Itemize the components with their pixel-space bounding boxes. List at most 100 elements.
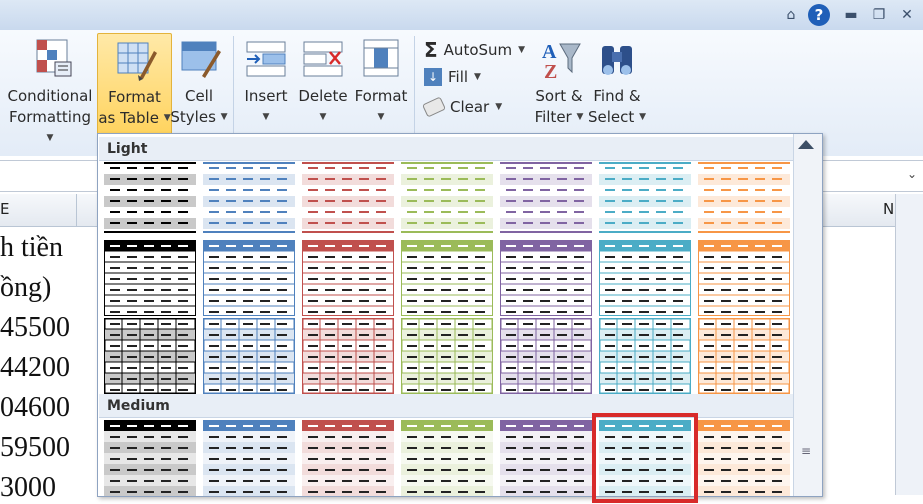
section-medium-header: Medium [99, 394, 793, 418]
conditional-formatting-button[interactable]: Conditional Formatting ▼ [6, 36, 94, 149]
delete-label: Delete [298, 87, 348, 105]
svg-text:Z: Z [544, 61, 557, 80]
format-cells-icon [363, 39, 399, 77]
table-style-light1-6[interactable] [599, 162, 691, 238]
find-select-button[interactable]: Find & Select ▼ [588, 36, 646, 128]
table-style-light2-7[interactable] [698, 240, 790, 316]
gallery-resize-grip-icon[interactable]: ≡ [801, 444, 811, 458]
table-style-light2-3[interactable] [302, 240, 394, 316]
eraser-icon [421, 96, 447, 118]
scroll-up-icon[interactable] [798, 140, 814, 149]
table-style-medium-2[interactable] [203, 420, 295, 496]
delete-button[interactable]: Delete ▼ [297, 36, 349, 128]
ribbon-separator [233, 36, 234, 144]
chevron-down-icon: ▼ [518, 45, 526, 55]
table-style-light2-6[interactable] [599, 240, 691, 316]
table-style-light3-7[interactable] [698, 318, 790, 394]
gallery-scrollbar[interactable]: ≡ [793, 134, 822, 496]
chevron-down-icon: ▼ [220, 112, 228, 122]
table-style-light1-7[interactable] [698, 162, 790, 238]
cell-value[interactable]: 44200 [0, 352, 70, 384]
fill-label: Fill [448, 68, 469, 86]
table-style-light1-3[interactable] [302, 162, 394, 238]
formula-bar-expand-icon[interactable]: ⌄ [907, 167, 917, 181]
sort-filter-label-1: Sort & [535, 87, 583, 105]
svg-text:A: A [542, 41, 557, 63]
insert-cells-icon [246, 41, 286, 77]
close-icon[interactable]: ✕ [896, 4, 918, 26]
find-select-label-1: Find & [593, 87, 641, 105]
vertical-scrollbar[interactable] [895, 194, 923, 495]
table-style-light1-2[interactable] [203, 162, 295, 238]
format-as-table-button[interactable]: Format as Table ▼ [97, 33, 172, 136]
table-style-medium-7[interactable] [698, 420, 790, 496]
clear-label: Clear [450, 98, 490, 116]
autosum-label: AutoSum [443, 41, 513, 59]
table-style-light2-5[interactable] [500, 240, 592, 316]
cell-value[interactable]: 3000 [0, 472, 56, 504]
sort-filter-label-2: Filter [534, 108, 572, 126]
chevron-down-icon: ▼ [639, 112, 646, 122]
chevron-down-icon: ▼ [377, 112, 385, 122]
table-style-light2-1[interactable] [104, 240, 196, 316]
format-label: Format [354, 87, 408, 105]
ribbon-minimize-icon[interactable]: ⌂ [780, 4, 802, 26]
table-style-light2-2[interactable] [203, 240, 295, 316]
table-style-light1-1[interactable] [104, 162, 196, 238]
table-style-light3-4[interactable] [401, 318, 493, 394]
minimize-icon[interactable]: ▬ [840, 4, 862, 26]
format-as-table-label-2: as Table [98, 109, 159, 127]
format-as-table-label-1: Format [108, 88, 161, 106]
sort-filter-button[interactable]: A Z Sort & Filter ▼ [531, 36, 587, 128]
cell-value[interactable]: ồng) [0, 272, 51, 304]
cell-styles-label-2: Styles [170, 108, 216, 126]
table-style-light3-3[interactable] [302, 318, 394, 394]
find-select-label-2: Select [588, 108, 635, 126]
conditional-formatting-label-2: Formatting [9, 108, 91, 126]
autosum-button[interactable]: Σ AutoSum ▼ [424, 38, 525, 62]
sigma-icon: Σ [424, 38, 438, 62]
window-title-bar: ⌂ ? ▬ ❐ ✕ [0, 0, 923, 30]
section-light-header: Light [99, 137, 793, 161]
table-style-light3-5[interactable] [500, 318, 592, 394]
table-style-light2-4[interactable] [401, 240, 493, 316]
conditional-formatting-icon [36, 39, 72, 77]
insert-label: Insert [244, 87, 288, 105]
table-style-light1-5[interactable] [500, 162, 592, 238]
column-divider [76, 194, 77, 226]
clear-button[interactable]: Clear ▼ [421, 96, 503, 118]
ribbon-separator [414, 36, 415, 144]
table-style-medium-4[interactable] [401, 420, 493, 496]
help-icon[interactable]: ? [808, 4, 830, 26]
chevron-down-icon: ▼ [495, 102, 503, 112]
table-style-light3-1[interactable] [104, 318, 196, 394]
table-style-medium-3[interactable] [302, 420, 394, 496]
table-style-light1-4[interactable] [401, 162, 493, 238]
fill-down-icon: ↓ [424, 68, 442, 86]
sort-filter-icon: A Z [542, 41, 581, 83]
table-styles-gallery: Light Medium ≡ [97, 133, 823, 503]
column-header-e[interactable]: E [0, 200, 9, 218]
table-style-medium-1[interactable] [104, 420, 196, 496]
cell-value[interactable]: 45500 [0, 312, 70, 344]
cell-value[interactable]: 04600 [0, 392, 70, 424]
binoculars-icon [602, 46, 632, 75]
column-header-n[interactable]: N [883, 200, 894, 218]
format-button[interactable]: Format ▼ [353, 36, 409, 128]
table-style-light3-2[interactable] [203, 318, 295, 394]
insert-button[interactable]: Insert ▼ [240, 36, 292, 128]
delete-cells-icon [303, 41, 343, 77]
cell-styles-label-1: Cell [184, 87, 214, 105]
cell-styles-button[interactable]: Cell Styles ▼ [170, 36, 228, 128]
cell-styles-icon [181, 41, 221, 78]
table-style-light3-6[interactable] [599, 318, 691, 394]
restore-icon[interactable]: ❐ [868, 4, 890, 26]
chevron-down-icon: ▼ [474, 72, 481, 82]
cell-value[interactable]: 59500 [0, 432, 70, 464]
cell-value[interactable]: h tiền [0, 232, 63, 264]
chevron-down-icon: ▼ [576, 112, 584, 122]
table-style-medium-6[interactable] [592, 413, 698, 503]
table-style-medium-5[interactable] [500, 420, 592, 496]
conditional-formatting-label-1: Conditional [7, 87, 93, 105]
fill-button[interactable]: ↓ Fill ▼ [424, 68, 481, 86]
